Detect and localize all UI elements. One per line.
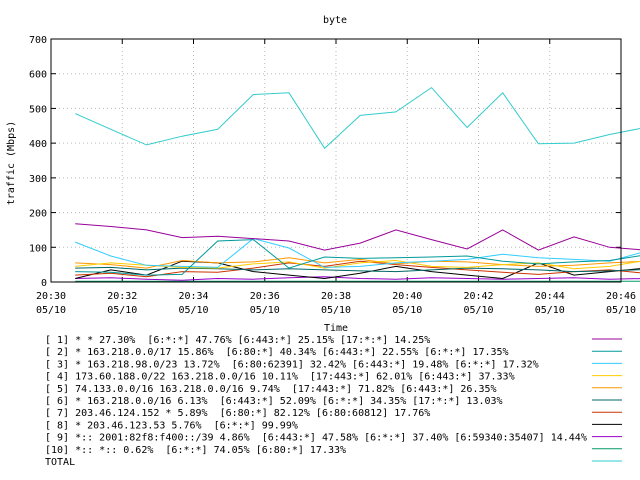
x-tick-date-label: 05/10 bbox=[535, 305, 565, 316]
legend-entry-label: [10] *:: *:: 0.62% [6:*:*] 74.05% [6:80:… bbox=[45, 445, 346, 456]
x-tick-time-label: 20:42 bbox=[463, 291, 493, 302]
legend-entry-label: [ 4] 173.60.188.0/22 163.218.0.0/16 10.1… bbox=[45, 372, 515, 383]
y-tick-label: 600 bbox=[29, 70, 47, 81]
legend-entry-label: [ 8] * 203.46.123.53 5.76% [6:*:*] 99.99… bbox=[45, 420, 298, 431]
series-line bbox=[75, 223, 640, 251]
series-line bbox=[75, 266, 640, 273]
series-line bbox=[75, 238, 640, 268]
x-tick-time-label: 20:30 bbox=[36, 291, 66, 302]
y-axis-ticks: 0 100 200 300 400 500 600 700 bbox=[29, 35, 621, 289]
x-tick-time-label: 20:44 bbox=[535, 291, 565, 302]
y-tick-label: 700 bbox=[29, 35, 47, 46]
x-tick-date-label: 05/10 bbox=[321, 305, 351, 316]
x-tick-date-label: 05/10 bbox=[463, 305, 493, 316]
legend-entry-label: [ 6] * 163.218.0.0/16 6.13% [6:443:*] 52… bbox=[45, 396, 503, 407]
chart-title: byte bbox=[323, 15, 347, 26]
x-tick-time-label: 20:32 bbox=[107, 291, 137, 302]
y-tick-label: 200 bbox=[29, 209, 47, 220]
series-lines bbox=[74, 86, 640, 282]
y-tick-label: 300 bbox=[29, 174, 47, 185]
y-tick-label: 0 bbox=[41, 278, 47, 289]
x-tick-date-label: 05/10 bbox=[606, 305, 636, 316]
legend-entry-label: [ 3] * 163.218.98.0/23 13.72% [6:80:6239… bbox=[45, 359, 539, 370]
legend-entry-label: [ 9] *:: 2001:82f8:f400::/39 4.86% [6:44… bbox=[45, 433, 587, 444]
legend-entry-label: [ 5] 74.133.0.0/16 163.218.0.0/16 9.74% … bbox=[45, 384, 497, 395]
chart-grid bbox=[51, 39, 621, 282]
legend-entry-label: TOTAL bbox=[45, 457, 75, 468]
y-tick-label: 500 bbox=[29, 104, 47, 115]
y-tick-label: 100 bbox=[29, 243, 47, 254]
x-tick-date-label: 05/10 bbox=[392, 305, 422, 316]
legend-entry-label: [ 2] * 163.218.0.0/17 15.86% [6:80:*] 40… bbox=[45, 347, 509, 358]
x-tick-date-label: 05/10 bbox=[107, 305, 137, 316]
x-tick-time-label: 20:34 bbox=[178, 291, 208, 302]
x-tick-date-label: 05/10 bbox=[36, 305, 66, 316]
series-line bbox=[75, 260, 640, 280]
x-axis-label: Time bbox=[324, 323, 348, 334]
x-tick-time-label: 20:38 bbox=[321, 291, 351, 302]
x-tick-date-label: 05/10 bbox=[250, 305, 280, 316]
legend-entry-label: [ 7] 203.46.124.152 * 5.89% [6:80:*] 82.… bbox=[45, 408, 430, 419]
y-tick-label: 400 bbox=[29, 139, 47, 150]
traffic-chart: byte traffic (Mbps) Time 0 100 200 300 400 50… bbox=[6, 15, 640, 468]
x-tick-date-label: 05/10 bbox=[178, 305, 208, 316]
x-tick-time-label: 20:36 bbox=[250, 291, 280, 302]
x-tick-time-label: 20:40 bbox=[392, 291, 422, 302]
y-axis-label: traffic (Mbps) bbox=[6, 121, 17, 205]
series-line bbox=[74, 86, 640, 150]
x-tick-time-label: 20:46 bbox=[606, 291, 636, 302]
legend-entry-label: [ 1] * * 27.30% [6:*:*] 47.76% [6:443:*]… bbox=[45, 335, 430, 346]
legend: [ 1] * * 27.30% [6:*:*] 47.76% [6:443:*]… bbox=[45, 335, 622, 468]
